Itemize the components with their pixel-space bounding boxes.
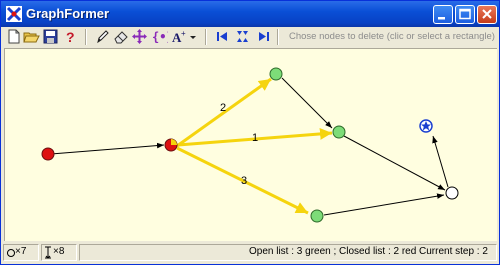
current-step: Current step : 2 — [419, 246, 488, 257]
edge-red1-red2[interactable] — [50, 142, 165, 155]
save-icon[interactable] — [42, 28, 59, 45]
edge-green3-target[interactable] — [323, 193, 445, 216]
bracket-icon[interactable]: {•} — [151, 28, 168, 45]
dropdown-icon[interactable] — [189, 28, 198, 45]
node-red-start[interactable] — [41, 147, 55, 161]
graph-canvas[interactable]: 2 1 3 — [4, 48, 497, 241]
open-icon[interactable] — [23, 28, 40, 45]
step-icon[interactable] — [234, 28, 251, 45]
edge-label: 3 — [241, 175, 247, 187]
title-bar[interactable]: GraphFormer — [1, 1, 499, 27]
edge-label: 2 — [220, 102, 226, 114]
new-icon[interactable] — [5, 28, 22, 45]
help-icon[interactable]: ? — [62, 28, 79, 45]
step-last-icon[interactable] — [255, 28, 272, 45]
edge-green2-target[interactable] — [343, 135, 446, 191]
app-window: GraphFormer ? {• A + Chose nodes to dele… — [0, 0, 500, 265]
node-green-open[interactable] — [310, 209, 324, 223]
graph-app-icon — [6, 6, 22, 22]
edge-count-icon — [45, 246, 51, 259]
pencil-icon[interactable] — [94, 28, 111, 45]
status-bar: ×7 ×8 Open list : 3 green ; Closed list … — [1, 242, 499, 264]
node-green-open[interactable] — [269, 67, 283, 81]
minimize-button[interactable] — [433, 5, 453, 24]
edge-green1-green2[interactable] — [281, 77, 333, 129]
nodes-count: 7 — [20, 246, 27, 257]
svg-text:{•}: {•} — [152, 30, 168, 44]
window-title: GraphFormer — [26, 6, 110, 21]
lists-status: Open list : 3 green ; Closed list : 2 re… — [249, 246, 417, 257]
edge-label: 1 — [252, 132, 258, 144]
close-button[interactable] — [477, 5, 497, 24]
maximize-button[interactable] — [455, 5, 475, 24]
step-first-icon[interactable] — [214, 28, 231, 45]
text-style-icon[interactable]: A + — [171, 28, 188, 45]
node-target[interactable] — [445, 186, 459, 200]
move-icon[interactable] — [131, 28, 148, 45]
svg-text:?: ? — [66, 29, 75, 45]
eraser-icon[interactable] — [112, 28, 129, 45]
svg-text:+: + — [181, 29, 186, 38]
edge-target-blue[interactable] — [432, 135, 449, 188]
node-current-marker — [171, 139, 177, 145]
tool-hint: Chose nodes to delete (clic or select a … — [289, 31, 495, 42]
toolbar-separator — [205, 29, 207, 45]
edges-count: 8 — [58, 246, 65, 257]
toolbar-separator — [85, 29, 87, 45]
toolbar-separator — [277, 29, 279, 45]
node-green-open[interactable] — [332, 125, 346, 139]
